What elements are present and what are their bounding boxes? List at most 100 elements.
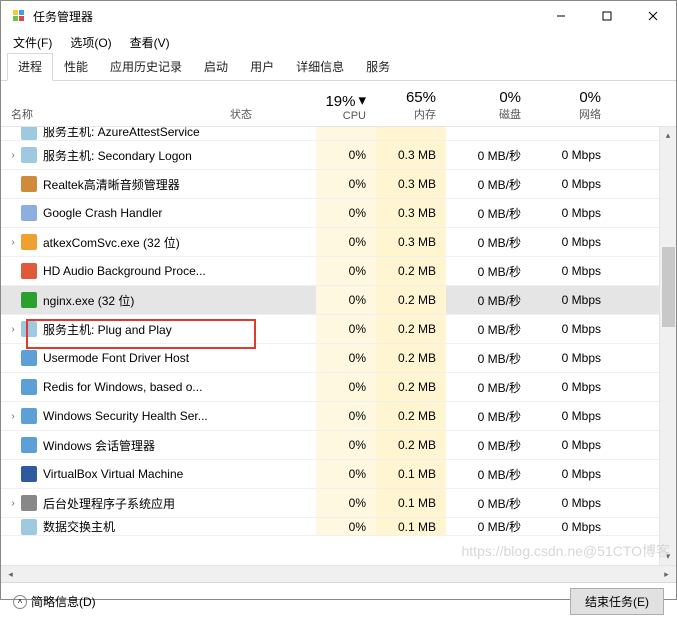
scrollbar-thumb[interactable] bbox=[662, 247, 675, 327]
process-cpu: 0% bbox=[316, 170, 376, 198]
process-cpu: 0% bbox=[316, 460, 376, 488]
process-row[interactable]: 服务主机: AzureAttestService bbox=[1, 127, 676, 141]
scroll-right-button[interactable]: ▸ bbox=[659, 569, 674, 580]
process-name: 服务主机: AzureAttestService bbox=[43, 127, 200, 140]
expand-icon[interactable]: › bbox=[7, 498, 19, 509]
process-icon bbox=[21, 205, 37, 221]
process-network: 0 Mbps bbox=[531, 460, 611, 488]
process-row[interactable]: Google Crash Handler0%0.3 MB0 MB/秒0 Mbps bbox=[1, 199, 676, 228]
process-network: 0 Mbps bbox=[531, 518, 611, 535]
col-disk[interactable]: 0%磁盘 bbox=[446, 87, 531, 126]
expand-icon[interactable]: › bbox=[7, 150, 19, 161]
process-cpu bbox=[316, 127, 376, 140]
process-row[interactable]: nginx.exe (32 位)0%0.2 MB0 MB/秒0 Mbps bbox=[1, 286, 676, 315]
expand-icon[interactable]: › bbox=[7, 324, 19, 335]
process-row[interactable]: ›服务主机: Secondary Logon0%0.3 MB0 MB/秒0 Mb… bbox=[1, 141, 676, 170]
process-disk: 0 MB/秒 bbox=[446, 199, 531, 227]
process-name: Usermode Font Driver Host bbox=[43, 351, 189, 365]
title-bar: 任务管理器 bbox=[1, 1, 676, 31]
process-row[interactable]: Usermode Font Driver Host0%0.2 MB0 MB/秒0… bbox=[1, 344, 676, 373]
process-network: 0 Mbps bbox=[531, 170, 611, 198]
process-network: 0 Mbps bbox=[531, 286, 611, 314]
process-name: 服务主机: Plug and Play bbox=[43, 321, 172, 338]
process-icon bbox=[21, 466, 37, 482]
tab-6[interactable]: 服务 bbox=[355, 53, 401, 81]
process-icon bbox=[21, 408, 37, 424]
maximize-button[interactable] bbox=[584, 1, 630, 31]
col-status[interactable]: 状态 bbox=[226, 87, 316, 126]
minimize-button[interactable] bbox=[538, 1, 584, 31]
col-network[interactable]: 0%网络 bbox=[531, 87, 611, 126]
process-memory: 0.1 MB bbox=[376, 460, 446, 488]
process-cpu: 0% bbox=[316, 228, 376, 256]
menu-options[interactable]: 选项(O) bbox=[66, 32, 115, 53]
process-name: Realtek高清晰音频管理器 bbox=[43, 176, 180, 193]
fewer-details-button[interactable]: ˄ 简略信息(D) bbox=[13, 593, 96, 610]
scroll-down-button[interactable]: ▾ bbox=[660, 548, 676, 565]
window-title: 任务管理器 bbox=[33, 8, 93, 25]
process-icon bbox=[21, 379, 37, 395]
process-cpu: 0% bbox=[316, 257, 376, 285]
col-name[interactable]: 名称 bbox=[1, 87, 226, 126]
process-name: Redis for Windows, based o... bbox=[43, 380, 202, 394]
expand-icon[interactable]: › bbox=[7, 237, 19, 248]
process-row[interactable]: ›后台处理程序子系统应用0%0.1 MB0 MB/秒0 Mbps bbox=[1, 489, 676, 518]
horizontal-scrollbar[interactable]: ◂ ▸ bbox=[1, 565, 676, 582]
process-disk: 0 MB/秒 bbox=[446, 315, 531, 343]
process-name: HD Audio Background Proce... bbox=[43, 264, 206, 278]
process-icon bbox=[21, 127, 37, 140]
process-network: 0 Mbps bbox=[531, 315, 611, 343]
process-cpu: 0% bbox=[316, 373, 376, 401]
tab-2[interactable]: 应用历史记录 bbox=[99, 53, 193, 81]
process-network: 0 Mbps bbox=[531, 199, 611, 227]
process-disk: 0 MB/秒 bbox=[446, 286, 531, 314]
tab-4[interactable]: 用户 bbox=[239, 53, 285, 81]
process-memory: 0.2 MB bbox=[376, 315, 446, 343]
chevron-up-icon: ˄ bbox=[13, 595, 27, 609]
process-disk: 0 MB/秒 bbox=[446, 460, 531, 488]
tab-5[interactable]: 详细信息 bbox=[285, 53, 355, 81]
process-row[interactable]: Realtek高清晰音频管理器0%0.3 MB0 MB/秒0 Mbps bbox=[1, 170, 676, 199]
process-network: 0 Mbps bbox=[531, 373, 611, 401]
process-network: 0 Mbps bbox=[531, 344, 611, 372]
process-row[interactable]: Windows 会话管理器0%0.2 MB0 MB/秒0 Mbps bbox=[1, 431, 676, 460]
chevron-down-icon: ▾ bbox=[358, 91, 366, 109]
process-row[interactable]: ›Windows Security Health Ser...0%0.2 MB0… bbox=[1, 402, 676, 431]
process-row[interactable]: HD Audio Background Proce...0%0.2 MB0 MB… bbox=[1, 257, 676, 286]
expand-icon[interactable]: › bbox=[7, 411, 19, 422]
menu-file[interactable]: 文件(F) bbox=[9, 32, 56, 53]
window-controls bbox=[538, 1, 676, 31]
process-disk: 0 MB/秒 bbox=[446, 431, 531, 459]
col-memory[interactable]: 65%内存 bbox=[376, 87, 446, 126]
process-name: Windows 会话管理器 bbox=[43, 437, 155, 454]
process-cpu: 0% bbox=[316, 199, 376, 227]
process-network: 0 Mbps bbox=[531, 228, 611, 256]
process-row[interactable]: VirtualBox Virtual Machine 0%0.1 MB0 MB/秒… bbox=[1, 460, 676, 489]
process-cpu: 0% bbox=[316, 489, 376, 517]
process-list[interactable]: 服务主机: AzureAttestService›服务主机: Secondary… bbox=[1, 127, 676, 565]
process-icon bbox=[21, 437, 37, 453]
close-button[interactable] bbox=[630, 1, 676, 31]
process-row[interactable]: ›服务主机: Plug and Play0%0.2 MB0 MB/秒0 Mbps bbox=[1, 315, 676, 344]
process-icon bbox=[21, 263, 37, 279]
process-icon bbox=[21, 350, 37, 366]
tab-3[interactable]: 启动 bbox=[193, 53, 239, 81]
process-disk: 0 MB/秒 bbox=[446, 402, 531, 430]
vertical-scrollbar[interactable]: ▴ ▾ bbox=[659, 127, 676, 565]
process-memory: 0.2 MB bbox=[376, 402, 446, 430]
tab-0[interactable]: 进程 bbox=[7, 53, 53, 81]
process-disk: 0 MB/秒 bbox=[446, 518, 531, 535]
process-name: VirtualBox Virtual Machine bbox=[43, 467, 183, 481]
end-task-button[interactable]: 结束任务(E) bbox=[570, 588, 664, 615]
process-row[interactable]: 数据交换主机0%0.1 MB0 MB/秒0 Mbps bbox=[1, 518, 676, 536]
col-cpu[interactable]: 19%▾ CPU bbox=[316, 87, 376, 126]
tab-1[interactable]: 性能 bbox=[53, 53, 99, 81]
process-icon bbox=[21, 292, 37, 308]
process-row[interactable]: ›atkexComSvc.exe (32 位)0%0.3 MB0 MB/秒0 M… bbox=[1, 228, 676, 257]
menu-view[interactable]: 查看(V) bbox=[126, 32, 174, 53]
scroll-left-button[interactable]: ◂ bbox=[3, 569, 18, 580]
process-disk: 0 MB/秒 bbox=[446, 141, 531, 169]
process-row[interactable]: Redis for Windows, based o...0%0.2 MB0 M… bbox=[1, 373, 676, 402]
menu-bar: 文件(F) 选项(O) 查看(V) bbox=[1, 31, 676, 53]
scroll-up-button[interactable]: ▴ bbox=[660, 127, 676, 144]
